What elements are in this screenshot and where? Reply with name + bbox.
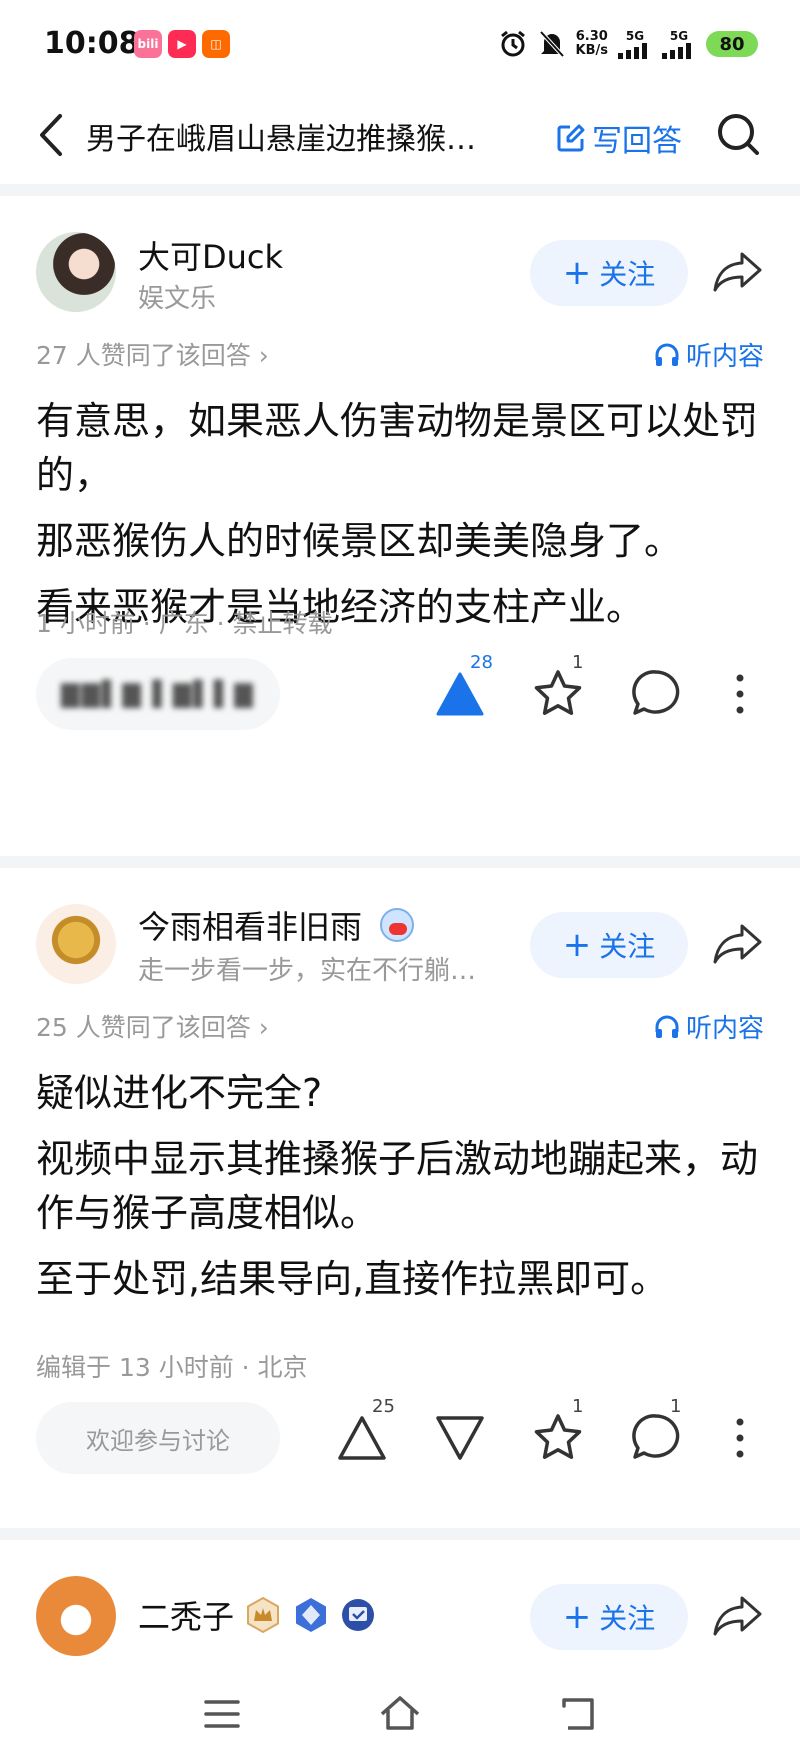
author-name[interactable]: 大可Duck <box>138 232 283 278</box>
listen-button[interactable]: 听内容 <box>654 336 764 373</box>
share-icon[interactable] <box>712 922 764 966</box>
back-nav-icon[interactable] <box>554 1690 602 1738</box>
upvote-count: 28 <box>470 652 493 673</box>
divider <box>0 856 800 868</box>
more-options-icon[interactable] <box>730 1410 750 1466</box>
share-icon[interactable] <box>712 1594 764 1638</box>
status-time: 10:08 <box>44 26 140 61</box>
answer-paragraph: 视频中显示其推搡猴子后激动地蹦起来，动作与猴子高度相似。 <box>36 1137 759 1235</box>
signal-label-2: 5G <box>669 29 689 43</box>
plus-icon: + <box>562 1597 592 1637</box>
share-icon[interactable] <box>712 250 764 294</box>
answer-meta: 编辑于 13 小时前 · 北京 <box>36 1353 308 1382</box>
author-name-text: 二秃子 <box>138 1598 235 1636</box>
headphones-icon <box>655 1015 679 1038</box>
top-header: 男子在峨眉山悬崖边推搡猴… 写回答 <box>0 88 800 184</box>
follow-label: 关注 <box>599 1602 656 1635</box>
agree-count-text[interactable]: 25 人赞同了该回答 › <box>36 1008 269 1044</box>
question-title[interactable]: 男子在峨眉山悬崖边推搡猴… <box>86 114 526 158</box>
star-icon[interactable] <box>530 666 586 722</box>
author-name[interactable]: 今雨相看非旧雨 <box>138 902 415 948</box>
divider <box>0 1528 800 1540</box>
video-app-notification-icon: ▶ <box>168 30 196 58</box>
answer-card: 今雨相看非旧雨 走一步看一步，实在不行躺… + 关注 25 人赞同了该回答 › … <box>0 868 800 1528</box>
answer-body[interactable]: 疑似进化不完全? 视频中显示其推搡猴子后激动地蹦起来，动作与猴子高度相似。 至于… <box>36 1066 766 1318</box>
answer-paragraph: 至于处罚,结果导向,直接作拉黑即可。 <box>36 1257 669 1301</box>
comment-input[interactable]: ▇▇▌▇ ▌▇▌▌▇ <box>36 658 280 730</box>
answer-paragraph: 那恶猴伤人的时候景区却美美隐身了。 <box>36 519 683 563</box>
author-subtitle: 娱文乐 <box>138 284 217 314</box>
answer-paragraph: 有意思，如果恶人伤害动物是景区可以处罚的， <box>36 399 759 497</box>
agree-count-text[interactable]: 27 人赞同了该回答 › <box>36 336 269 372</box>
author-name[interactable]: 二秃子 <box>138 1592 376 1638</box>
star-icon[interactable] <box>530 1410 586 1466</box>
comment-input[interactable]: 欢迎参与讨论 <box>36 1402 280 1474</box>
follow-button[interactable]: + 关注 <box>530 240 688 306</box>
comment-placeholder: ▇▇▌▇ ▌▇▌▌▇ <box>61 680 255 708</box>
system-nav-bar <box>0 1670 800 1760</box>
upvote-filled-icon[interactable] <box>432 666 488 722</box>
mute-bell-icon <box>539 30 565 58</box>
author-subtitle: 走一步看一步，实在不行躺… <box>138 956 477 986</box>
battery-indicator: 80 <box>706 31 758 57</box>
status-bar: 10:08 bili ▶ ◫ 6.30 KB/s 5G 5G 80 <box>0 0 800 88</box>
diamond-badge-icon <box>296 1598 327 1632</box>
upvote-icon[interactable] <box>334 1410 390 1466</box>
search-icon[interactable] <box>714 110 762 158</box>
signal-bars-icon <box>662 43 691 59</box>
write-answer-button[interactable]: 写回答 <box>556 116 682 160</box>
listen-label: 听内容 <box>685 342 764 372</box>
badge-icon <box>380 908 415 942</box>
signal-bars-icon <box>618 43 647 59</box>
favorite-count: 1 <box>572 1396 584 1417</box>
divider <box>0 184 800 196</box>
write-answer-label: 写回答 <box>592 124 682 159</box>
upvote-count: 25 <box>372 1396 395 1417</box>
comment-placeholder: 欢迎参与讨论 <box>86 1426 230 1455</box>
downvote-icon[interactable] <box>432 1410 488 1466</box>
answer-meta: 1 小时前 · 广东 · 禁止转载 <box>36 609 333 638</box>
home-icon[interactable] <box>376 1690 424 1738</box>
shop-app-notification-icon: ◫ <box>202 30 230 58</box>
author-name-text: 今雨相看非旧雨 <box>138 908 363 946</box>
headphones-icon <box>655 343 679 366</box>
comment-icon[interactable] <box>628 1410 684 1466</box>
listen-button[interactable]: 听内容 <box>654 1008 764 1045</box>
favorite-count: 1 <box>572 652 584 673</box>
plus-icon: + <box>562 253 592 293</box>
edit-icon <box>557 124 585 152</box>
follow-button[interactable]: + 关注 <box>530 1584 688 1650</box>
menu-icon[interactable] <box>198 1690 246 1738</box>
listen-label: 听内容 <box>685 1014 764 1044</box>
crown-badge-icon <box>247 1596 280 1634</box>
avatar[interactable] <box>36 232 116 312</box>
signal-label-1: 5G <box>625 29 645 43</box>
follow-label: 关注 <box>599 930 656 963</box>
follow-label: 关注 <box>599 258 656 291</box>
network-speed: 6.30 KB/s <box>575 29 608 58</box>
app-notification-icon: bili <box>134 30 162 58</box>
more-options-icon[interactable] <box>730 666 750 722</box>
answer-paragraph: 疑似进化不完全? <box>36 1071 323 1115</box>
answer-card: 大可Duck 娱文乐 + 关注 27 人赞同了该回答 › 听内容 有意思，如果恶… <box>0 196 800 856</box>
back-arrow-icon[interactable] <box>32 110 72 160</box>
verified-badge-icon <box>342 1599 375 1631</box>
avatar[interactable] <box>36 1576 116 1656</box>
follow-button[interactable]: + 关注 <box>530 912 688 978</box>
plus-icon: + <box>562 925 592 965</box>
comment-icon[interactable] <box>628 666 684 722</box>
avatar[interactable] <box>36 904 116 984</box>
comment-count: 1 <box>670 1396 682 1417</box>
answer-card: 二秃子 + 关注 <box>0 1540 800 1670</box>
alarm-icon <box>500 30 525 57</box>
